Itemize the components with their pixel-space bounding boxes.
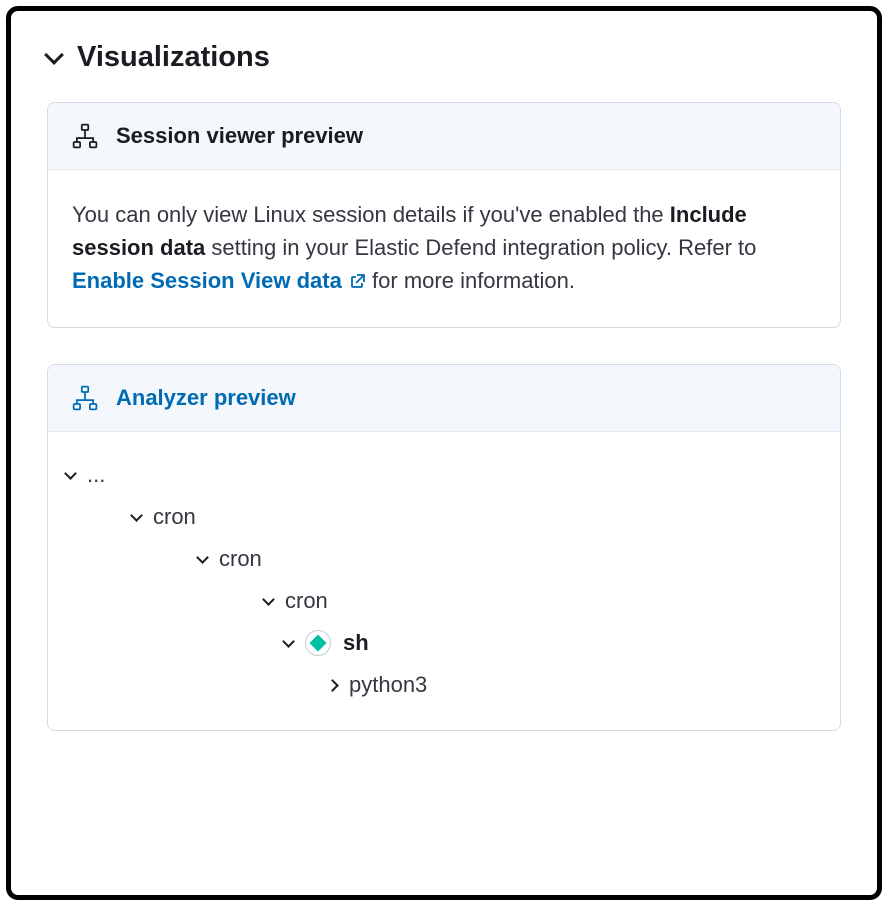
session-viewer-title: Session viewer preview (116, 123, 363, 149)
tree-node[interactable]: ... (66, 454, 822, 496)
body-text-mid: setting in your Elastic Defend integrati… (205, 235, 756, 260)
session-viewer-header[interactable]: Session viewer preview (48, 103, 840, 170)
section-header[interactable]: Visualizations (47, 41, 841, 74)
enable-session-view-link[interactable]: Enable Session View data (72, 268, 366, 293)
tree-node-label: cron (153, 504, 196, 530)
tree-node-label: sh (343, 630, 369, 656)
link-text: Enable Session View data (72, 268, 342, 293)
process-tree: ...croncroncronshpython3 (48, 432, 840, 730)
external-link-icon (350, 273, 366, 289)
analyzer-preview-header[interactable]: Analyzer preview (48, 365, 840, 432)
body-text-suffix: for more information. (366, 268, 575, 293)
analyzer-preview-title: Analyzer preview (116, 385, 296, 411)
chevron-down-icon (196, 551, 209, 564)
tree-node[interactable]: cron (66, 580, 822, 622)
tree-node[interactable]: sh (66, 622, 822, 664)
tree-node[interactable]: cron (66, 496, 822, 538)
chevron-down-icon (64, 467, 77, 480)
tree-node-label: cron (219, 546, 262, 572)
tree-node[interactable]: python3 (66, 664, 822, 706)
chevron-down-icon (262, 593, 275, 606)
tree-node-label: cron (285, 588, 328, 614)
analyzer-tree-icon (72, 385, 98, 411)
session-viewer-panel: Session viewer preview You can only view… (47, 102, 841, 328)
session-tree-icon (72, 123, 98, 149)
chevron-down-icon (44, 45, 64, 65)
chevron-down-icon (130, 509, 143, 522)
tree-node[interactable]: cron (66, 538, 822, 580)
section-title: Visualizations (77, 41, 270, 74)
tree-node-label: ... (87, 462, 105, 488)
session-viewer-body: You can only view Linux session details … (48, 170, 840, 327)
process-badge-icon (305, 630, 331, 656)
chevron-down-icon (282, 635, 295, 648)
analyzer-preview-panel: Analyzer preview ...croncroncronshpython… (47, 364, 841, 731)
chevron-right-icon (326, 679, 339, 692)
tree-node-label: python3 (349, 672, 427, 698)
body-text-prefix: You can only view Linux session details … (72, 202, 670, 227)
